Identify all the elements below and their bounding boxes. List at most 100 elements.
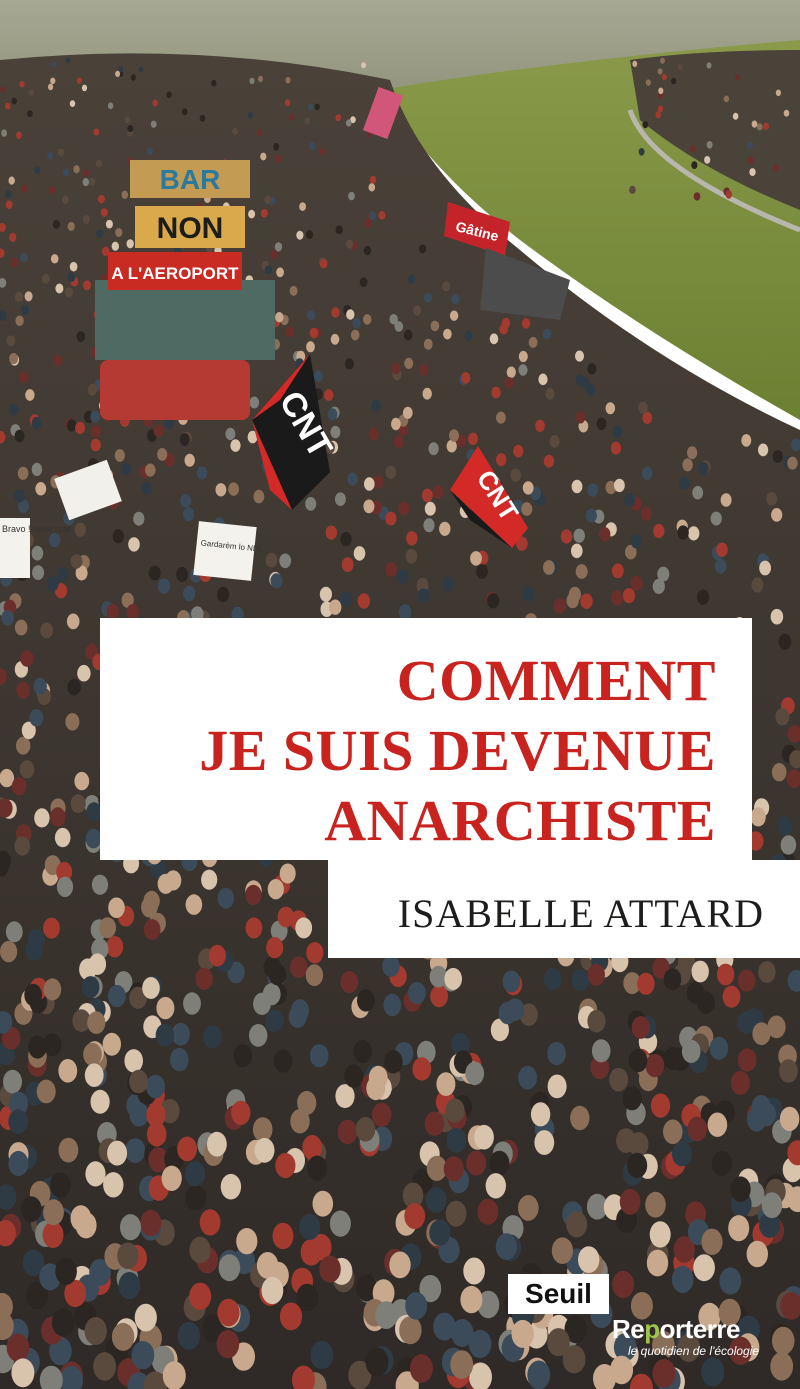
crowd-head: [543, 560, 555, 575]
crowd-head: [712, 1150, 732, 1176]
crowd-head: [746, 141, 753, 150]
crowd-head: [364, 219, 372, 229]
crowd-head: [114, 449, 125, 462]
crowd-head: [91, 874, 109, 895]
crowd-head: [759, 560, 771, 576]
crowd-head: [660, 57, 665, 64]
crowd-head: [82, 178, 90, 187]
crowd-head: [418, 364, 428, 376]
crowd-head: [265, 552, 278, 568]
crowd-head: [501, 317, 511, 329]
crowd-head: [299, 202, 306, 211]
crowd-head: [385, 465, 397, 479]
crowd-head: [105, 219, 113, 229]
crowd-head: [58, 1059, 78, 1083]
crowd-head: [141, 481, 153, 495]
crowd-head: [375, 1301, 398, 1329]
crowd-head: [31, 545, 44, 561]
crowd-head: [20, 650, 34, 667]
crowd-head: [424, 1111, 445, 1136]
crowd-head: [442, 281, 451, 292]
crowd-head: [20, 1196, 42, 1223]
crowd-head: [296, 1283, 319, 1312]
crowd-head: [5, 190, 12, 199]
crowd-head: [50, 807, 66, 827]
crowd-head: [345, 239, 354, 249]
crowd-head: [704, 156, 711, 164]
crowd-head: [640, 506, 653, 521]
crowd-head: [510, 468, 521, 482]
crowd-head: [179, 433, 190, 446]
red-car: [100, 360, 250, 420]
crowd-head: [304, 117, 311, 125]
crowd-head: [691, 960, 709, 983]
crowd-head: [272, 1222, 294, 1250]
crowd-head: [763, 122, 769, 130]
bar-sign-text: BAR: [160, 164, 221, 195]
crowd-head: [575, 374, 585, 386]
crowd-head: [476, 564, 488, 579]
crowd-head: [309, 1044, 329, 1068]
crowd-head: [90, 1089, 110, 1114]
crowd-head: [551, 1237, 574, 1264]
crowd-head: [43, 978, 62, 1001]
crowd-head: [108, 984, 126, 1008]
crowd-head: [646, 1249, 669, 1277]
crowd-head: [779, 1059, 798, 1083]
crowd-head: [217, 887, 234, 909]
crowd-head: [363, 499, 375, 514]
crowd-head: [121, 190, 129, 199]
crowd-head: [24, 983, 43, 1007]
crowd-head: [157, 873, 174, 894]
crowd-head: [425, 1187, 447, 1213]
crowd-head: [57, 148, 65, 156]
crowd-head: [90, 425, 101, 438]
crowd-head: [319, 1255, 341, 1283]
crowd-head: [627, 1152, 648, 1178]
crowd-head: [42, 1221, 64, 1249]
crowd-head: [335, 1084, 355, 1109]
crowd-head: [496, 453, 507, 467]
crowd-head: [573, 528, 585, 543]
crowd-head: [393, 435, 404, 449]
crowd-head: [348, 191, 355, 201]
crowd-head: [183, 507, 195, 522]
crowd-head: [330, 333, 340, 345]
crowd-head: [81, 976, 100, 999]
crowd-head: [146, 1102, 166, 1127]
crowd-head: [350, 329, 360, 341]
crowd-head: [502, 970, 521, 993]
crowd-head: [140, 1209, 162, 1237]
crowd-head: [20, 253, 28, 263]
crowd-head: [285, 326, 294, 337]
crowd-head: [465, 1061, 485, 1086]
crowd-head: [645, 1191, 666, 1218]
crowd-head: [185, 1185, 206, 1211]
crowd-head: [771, 508, 783, 522]
crowd-head: [58, 1137, 79, 1163]
crowd-head: [549, 435, 560, 448]
crowd-head: [273, 1049, 293, 1073]
crowd-head: [67, 678, 81, 696]
crowd-head: [645, 1053, 665, 1078]
crowd-head: [207, 1131, 227, 1157]
crowd-head: [249, 77, 255, 85]
crowd-head: [749, 168, 756, 177]
crowd-head: [560, 529, 573, 544]
crowd-head: [306, 341, 315, 353]
crowd-head: [687, 1116, 707, 1142]
crowd-head: [20, 184, 28, 193]
crowd-head: [444, 967, 463, 990]
crowd-head: [66, 419, 77, 432]
crowd-head: [403, 329, 413, 341]
crowd-head: [344, 1064, 364, 1088]
crowd-head: [228, 482, 240, 496]
crowd-head: [118, 1272, 141, 1300]
crowd-head: [575, 564, 588, 579]
crowd-head: [491, 386, 501, 399]
crowd-head: [495, 1233, 517, 1260]
crowd-head: [115, 228, 123, 237]
crowd-head: [423, 518, 435, 533]
crowd-head: [162, 1361, 186, 1389]
crowd-head: [678, 476, 690, 490]
